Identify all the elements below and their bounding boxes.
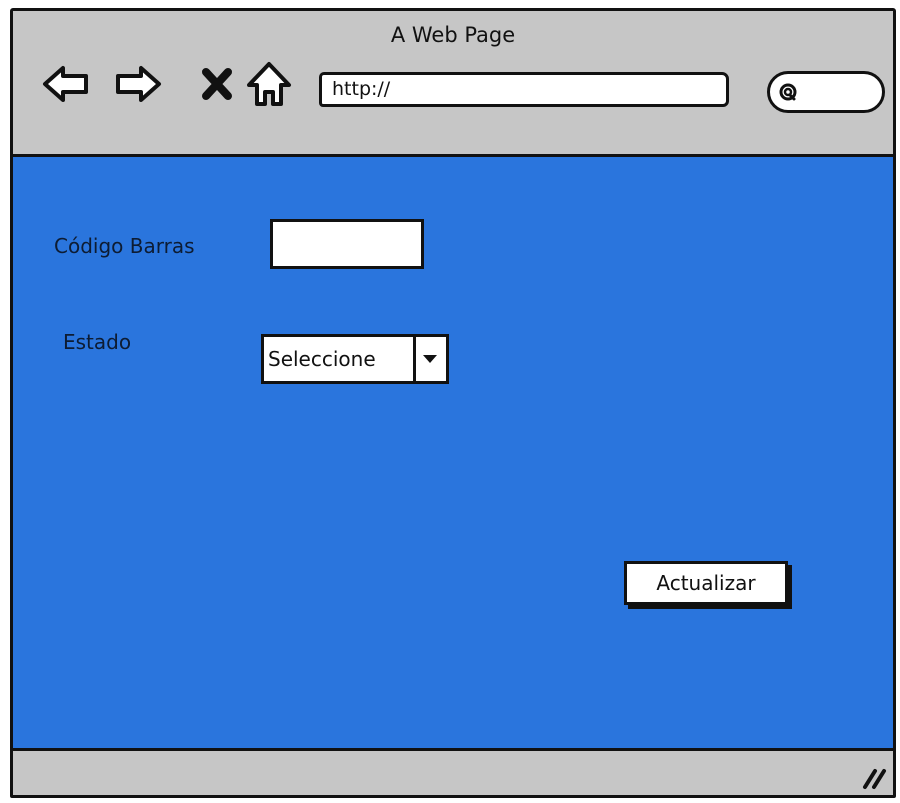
status-label: Estado <box>63 330 132 354</box>
page-content: Código Barras Estado Seleccione Actualiz… <box>13 157 893 754</box>
window-title: A Web Page <box>390 23 516 47</box>
resize-grip-icon[interactable] <box>859 763 887 791</box>
search-input[interactable] <box>767 71 885 113</box>
browser-toolbar: A Web Page http:// <box>13 11 893 157</box>
browser-window: A Web Page http:// Código Barras Estado <box>10 8 896 798</box>
update-button[interactable]: Actualizar <box>624 561 788 605</box>
home-icon[interactable] <box>244 59 294 109</box>
status-select-value: Seleccione <box>268 347 376 371</box>
barcode-input[interactable] <box>270 219 424 269</box>
back-arrow-icon[interactable] <box>41 59 91 109</box>
forward-arrow-icon[interactable] <box>113 59 163 109</box>
status-select[interactable]: Seleccione <box>261 334 449 384</box>
chevron-down-icon <box>423 355 437 363</box>
close-icon[interactable] <box>193 59 243 109</box>
dropdown-button[interactable] <box>413 337 446 381</box>
url-input[interactable]: http:// <box>319 72 729 107</box>
search-icon <box>779 83 797 101</box>
status-bar <box>13 748 893 795</box>
barcode-label: Código Barras <box>54 234 195 258</box>
